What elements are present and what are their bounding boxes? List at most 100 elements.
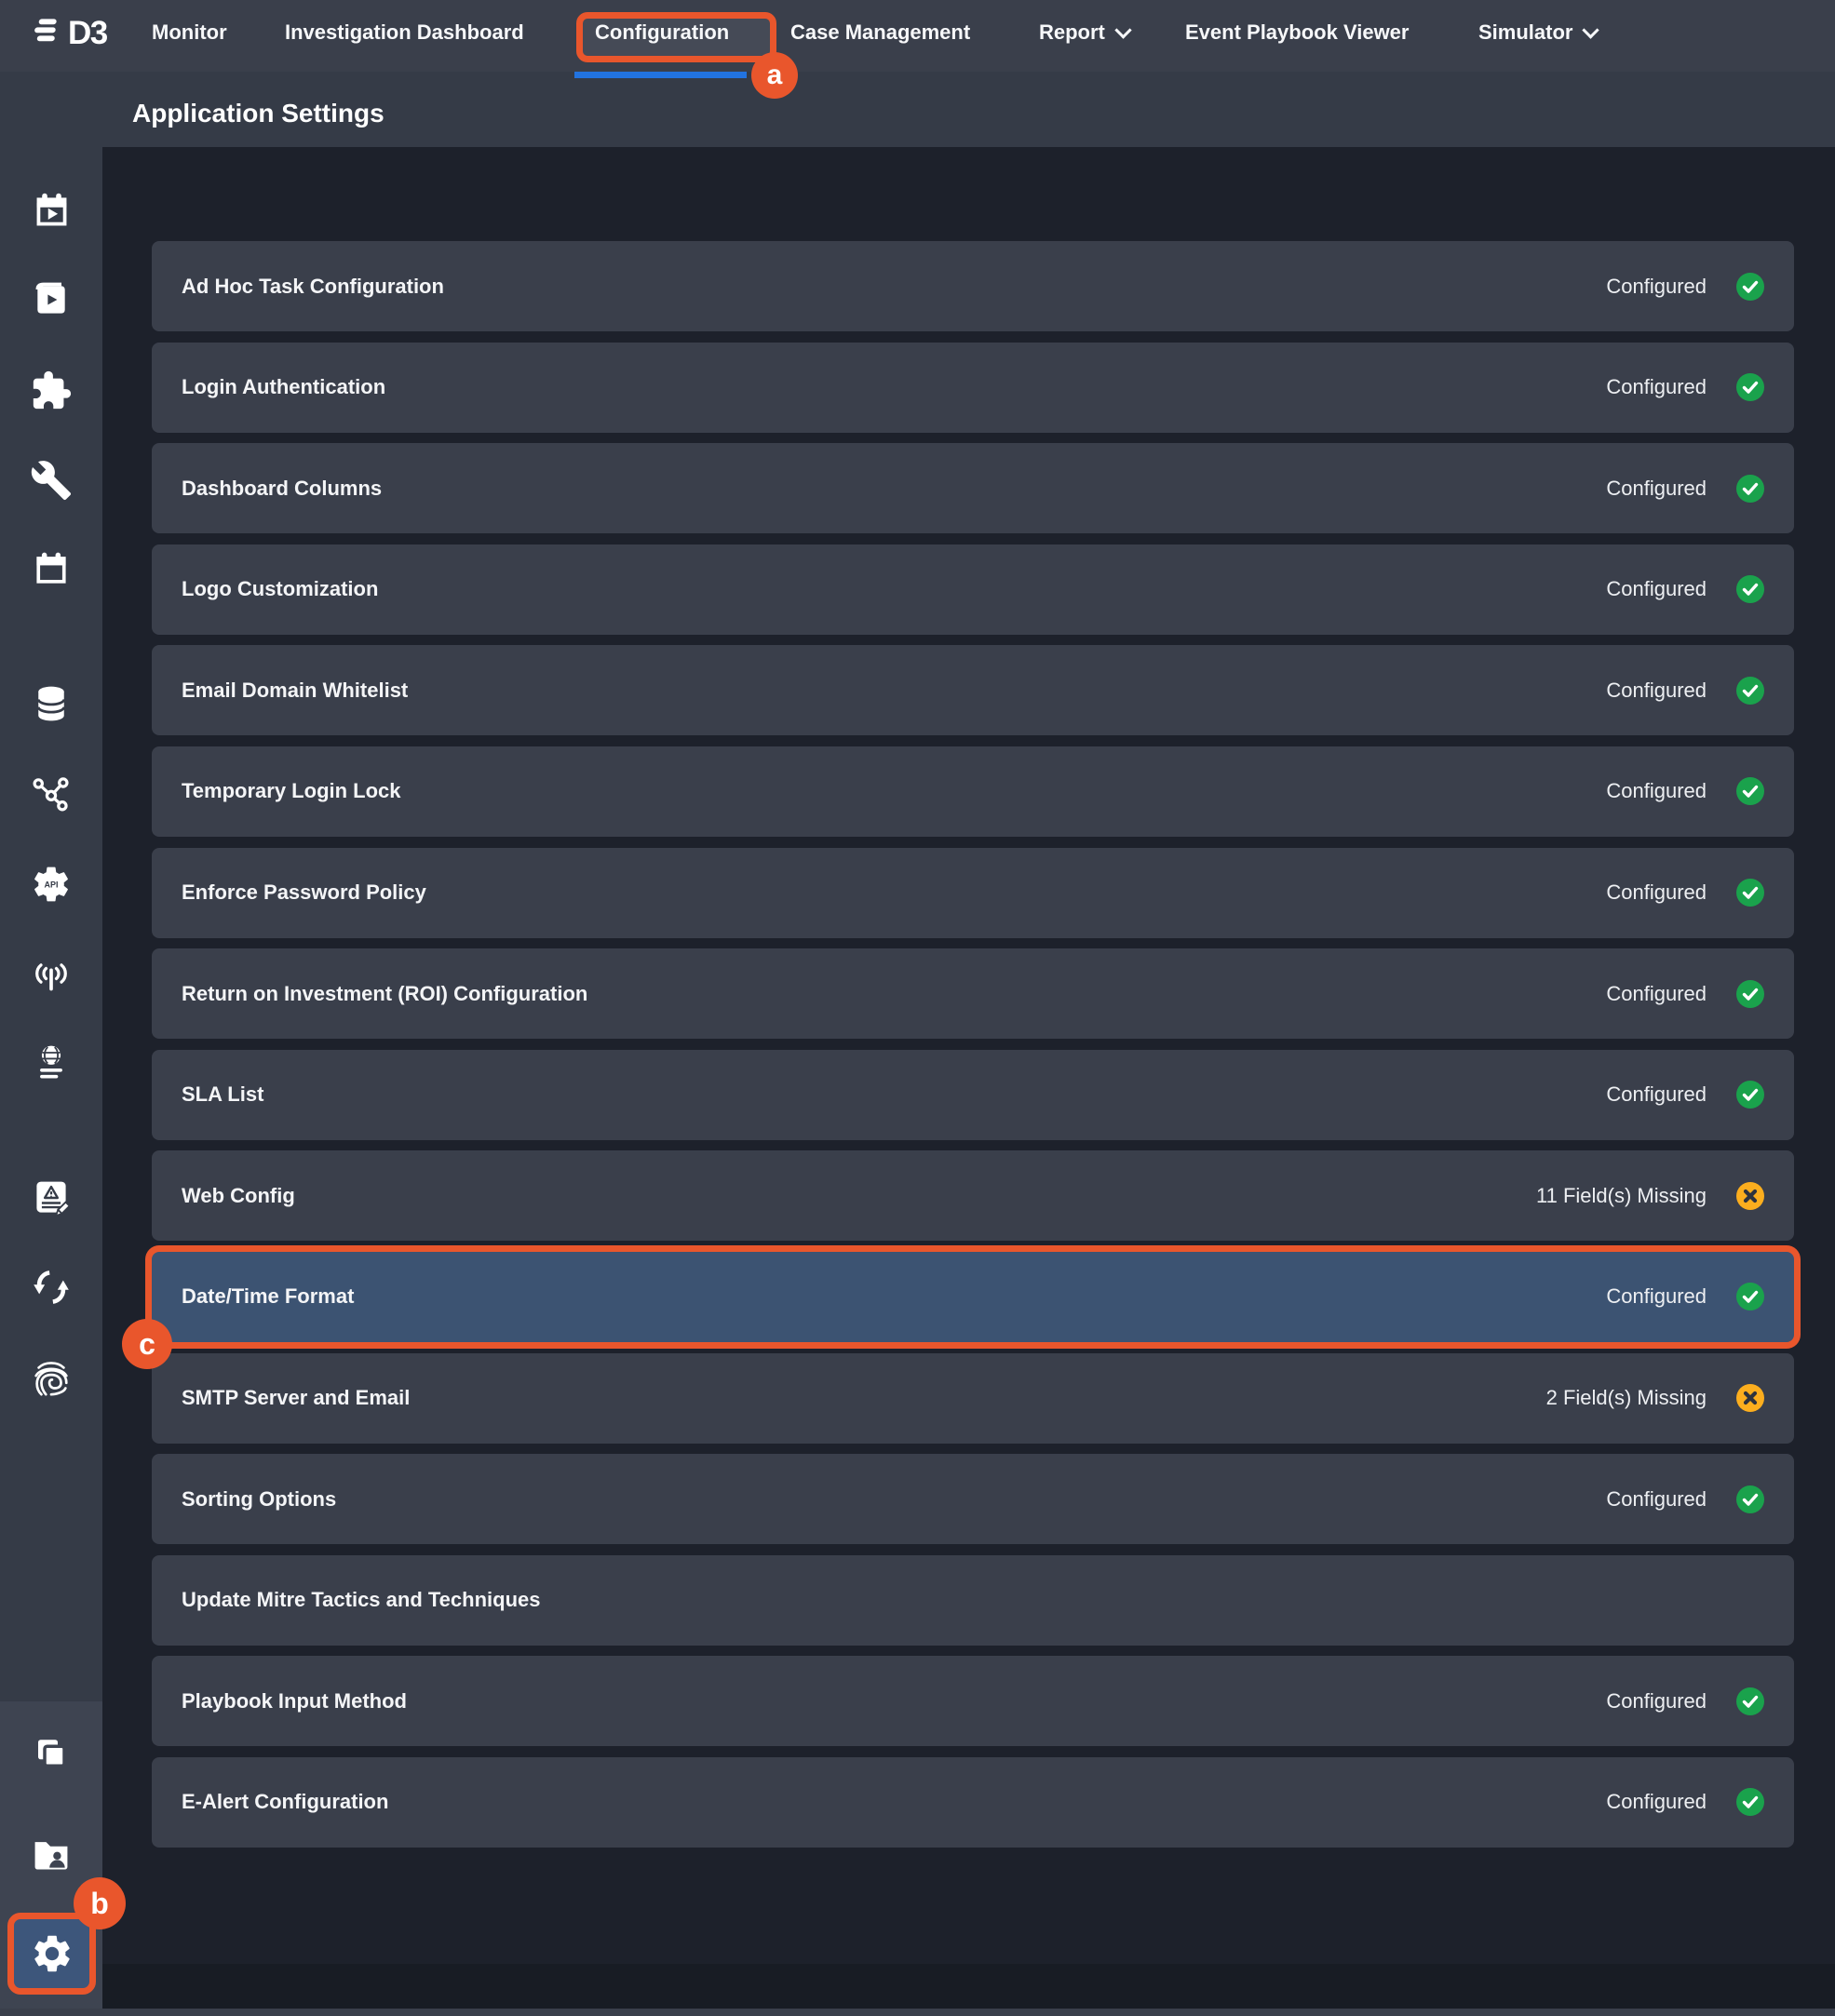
tools-icon [30,459,73,502]
annotation-marker-c: c [122,1319,172,1369]
settings-list-wrapper: Ad Hoc Task Configuration Configured Log… [102,147,1835,1964]
setting-title: Sorting Options [182,1487,1606,1512]
settings-row[interactable]: Dashboard Columns Configured [152,443,1794,533]
settings-row[interactable]: Playbook Input Method Configured [152,1656,1794,1746]
sidebar-item-calendar[interactable] [29,547,74,592]
setting-title: SMTP Server and Email [182,1386,1546,1410]
sidebar-item-incident-report[interactable] [29,1176,74,1220]
setting-status: Configured [1606,275,1707,299]
settings-row[interactable]: E-Alert Configuration Configured [152,1757,1794,1848]
settings-row[interactable]: Temporary Login Lock Configured [152,746,1794,837]
sidebar-item-connections[interactable] [29,771,74,815]
setting-title: Ad Hoc Task Configuration [182,275,1606,299]
calendar-play-icon [31,190,73,232]
settings-list: Ad Hoc Task Configuration Configured Log… [152,241,1794,1859]
setting-title: Update Mitre Tactics and Techniques [182,1588,1764,1612]
setting-status: Configured [1606,1082,1707,1107]
chevron-down-icon [1583,21,1599,38]
settings-row[interactable]: Login Authentication Configured [152,343,1794,433]
sidebar-item-geolocation[interactable] [29,1041,74,1085]
annotation-marker-b: b [74,1877,126,1929]
status-configured-icon [1736,980,1764,1008]
settings-row[interactable]: SMTP Server and Email 2 Field(s) Missing [152,1353,1794,1444]
setting-status: Configured [1606,375,1707,399]
sidebar-item-broadcast[interactable] [29,951,74,996]
copy-pages-icon [32,1735,71,1774]
setting-title: Date/Time Format [182,1284,1606,1309]
status-configured-icon [1736,575,1764,603]
share-nodes-icon [31,773,72,813]
nav-item-simulator[interactable]: Simulator [1478,20,1597,45]
status-configured-icon [1736,777,1764,805]
sidebar-item-sync[interactable] [29,1265,74,1310]
settings-row[interactable]: Enforce Password Policy Configured [152,848,1794,938]
status-configured-icon [1736,1485,1764,1513]
status-configured-icon [1736,677,1764,705]
chevron-down-icon [1114,21,1131,38]
settings-gear-icon [30,1931,74,1976]
settings-row[interactable]: Ad Hoc Task Configuration Configured [152,241,1794,331]
sidebar-item-api[interactable]: API [29,862,74,907]
d3-logo[interactable]: D3 [28,14,107,52]
alert-note-edit-icon [31,1177,72,1218]
settings-row[interactable]: Sorting Options Configured [152,1454,1794,1544]
settings-row[interactable]: Update Mitre Tactics and Techniques [152,1555,1794,1646]
antenna-icon [31,953,72,994]
setting-status: Configured [1606,779,1707,803]
nav-item-configuration[interactable]: Configuration [595,20,729,45]
nav-item-monitor[interactable]: Monitor [152,20,227,45]
settings-row[interactable]: Web Config 11 Field(s) Missing [152,1150,1794,1241]
setting-title: Login Authentication [182,375,1606,399]
nav-item-report[interactable]: Report [1039,20,1129,45]
sidebar-item-database[interactable] [29,681,74,726]
setting-status: Configured [1606,880,1707,905]
svg-text:API: API [44,880,58,890]
calendar-icon [31,549,72,590]
setting-title: Temporary Login Lock [182,779,1606,803]
nav-item-event-playbook-viewer[interactable]: Event Playbook Viewer [1185,20,1409,45]
setting-status: 11 Field(s) Missing [1536,1184,1707,1208]
sidebar-item-utilities[interactable] [29,458,74,503]
sidebar-item-event-playbook[interactable] [29,188,74,233]
sidebar-item-copy[interactable] [29,1732,74,1777]
status-configured-icon [1736,1283,1764,1310]
active-tab-underline [574,72,747,78]
setting-status: Configured [1606,1284,1707,1309]
d3-logo-mark-icon [28,14,61,52]
d3-logo-text: D3 [68,15,107,52]
status-configured-icon [1736,1788,1764,1816]
setting-title: Web Config [182,1184,1536,1208]
book-play-icon [31,279,72,320]
setting-status: Configured [1606,577,1707,601]
bottom-strip [0,2009,1835,2016]
setting-title: Dashboard Columns [182,477,1606,501]
settings-row[interactable]: Return on Investment (ROI) Configuration… [152,948,1794,1039]
nav-item-case-management[interactable]: Case Management [790,20,970,45]
sidebar-item-fingerprint[interactable] [29,1355,74,1400]
setting-status: Configured [1606,982,1707,1006]
setting-title: Return on Investment (ROI) Configuration [182,982,1606,1006]
settings-row[interactable]: Date/Time Format Configured [152,1252,1794,1342]
settings-row[interactable]: SLA List Configured [152,1050,1794,1140]
setting-title: Enforce Password Policy [182,880,1606,905]
sidebar-item-playbook[interactable] [29,277,74,322]
setting-status: Configured [1606,679,1707,703]
sidebar-item-shared-folder[interactable] [29,1832,74,1876]
fingerprint-icon [30,1356,73,1399]
nav-item-investigation-dashboard[interactable]: Investigation Dashboard [285,20,524,45]
status-configured-icon [1736,273,1764,301]
sidebar-item-settings[interactable] [7,1913,96,1995]
settings-row[interactable]: Email Domain Whitelist Configured [152,645,1794,735]
api-gear-icon: API [30,863,73,906]
setting-status: Configured [1606,1689,1707,1714]
status-missing-icon [1736,1384,1764,1412]
database-icon [31,683,72,724]
setting-status: Configured [1606,1790,1707,1814]
setting-title: SLA List [182,1082,1606,1107]
globe-lines-icon [31,1042,72,1083]
settings-row[interactable]: Logo Customization Configured [152,544,1794,635]
setting-status: Configured [1606,1487,1707,1512]
status-configured-icon [1736,475,1764,503]
sidebar-item-integrations[interactable] [29,369,74,413]
page-title: Application Settings [132,99,385,128]
